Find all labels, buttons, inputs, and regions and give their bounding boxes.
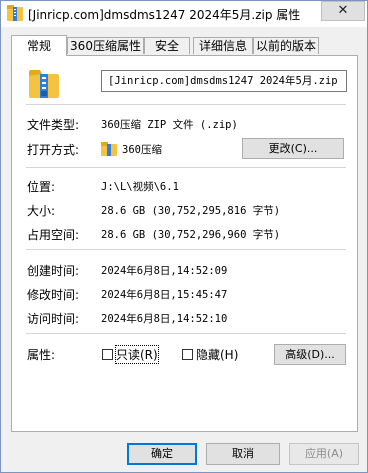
open-with-label: 打开方式: bbox=[27, 143, 80, 157]
open-with-value: 360压缩 bbox=[122, 144, 162, 156]
divider bbox=[26, 249, 346, 250]
modified-value: 2024年6月8日,15:45:47 bbox=[101, 289, 228, 301]
change-button[interactable]: 更改(C)... bbox=[242, 138, 344, 159]
divider bbox=[26, 104, 346, 105]
size-on-disk-value: 28.6 GB (30,752,296,960 字节) bbox=[101, 229, 281, 241]
file-type-label: 文件类型: bbox=[27, 118, 80, 132]
zip-archive-icon bbox=[28, 68, 60, 100]
size-label: 大小: bbox=[27, 204, 56, 218]
created-value: 2024年6月8日,14:52:09 bbox=[101, 265, 228, 277]
360-zip-icon bbox=[101, 142, 117, 156]
accessed-label: 访问时间: bbox=[27, 312, 80, 326]
title-bar: [Jinricp.com]dmsdms1247 2024年5月.zip 属性 ✕ bbox=[1, 1, 367, 27]
readonly-checkbox[interactable] bbox=[102, 349, 113, 360]
close-button[interactable]: ✕ bbox=[321, 1, 365, 21]
location-label: 位置: bbox=[27, 180, 56, 194]
file-type-value: 360压缩 ZIP 文件 (.zip) bbox=[101, 119, 238, 131]
tab-security[interactable]: 安全 bbox=[144, 37, 190, 54]
cancel-button[interactable]: 取消 bbox=[206, 443, 280, 465]
hidden-checkbox-label[interactable]: 隐藏(H) bbox=[196, 346, 238, 363]
file-name-field[interactable]: [Jinricp.com]dmsdms1247 2024年5月.zip bbox=[101, 70, 347, 92]
tab-details[interactable]: 详细信息 bbox=[193, 37, 253, 54]
window-title: [Jinricp.com]dmsdms1247 2024年5月.zip 属性 bbox=[28, 8, 301, 22]
modified-label: 修改时间: bbox=[27, 288, 80, 302]
size-on-disk-label: 占用空间: bbox=[27, 228, 80, 242]
zip-archive-icon bbox=[7, 5, 23, 22]
divider bbox=[26, 167, 346, 168]
location-value: J:\L\视频\6.1 bbox=[101, 181, 179, 193]
ok-button[interactable]: 确定 bbox=[127, 443, 197, 465]
properties-window: [Jinricp.com]dmsdms1247 2024年5月.zip 属性 ✕… bbox=[0, 0, 368, 473]
apply-button[interactable]: 应用(A) bbox=[289, 443, 359, 465]
tab-previous-versions[interactable]: 以前的版本 bbox=[253, 37, 319, 54]
size-value: 28.6 GB (30,752,295,816 字节) bbox=[101, 205, 281, 217]
accessed-value: 2024年6月8日,14:52:10 bbox=[101, 313, 228, 325]
close-icon: ✕ bbox=[337, 3, 349, 18]
divider bbox=[26, 333, 346, 334]
tab-360-zip-properties[interactable]: 360压缩属性 bbox=[67, 37, 144, 54]
attributes-label: 属性: bbox=[27, 348, 56, 362]
advanced-button[interactable]: 高级(D)... bbox=[274, 344, 346, 365]
tab-general[interactable]: 常规 bbox=[11, 35, 67, 56]
created-label: 创建时间: bbox=[27, 264, 80, 278]
hidden-checkbox[interactable] bbox=[182, 349, 193, 360]
readonly-checkbox-label[interactable]: 只读(R) bbox=[115, 345, 159, 364]
general-panel: [Jinricp.com]dmsdms1247 2024年5月.zip 文件类型… bbox=[11, 55, 358, 432]
